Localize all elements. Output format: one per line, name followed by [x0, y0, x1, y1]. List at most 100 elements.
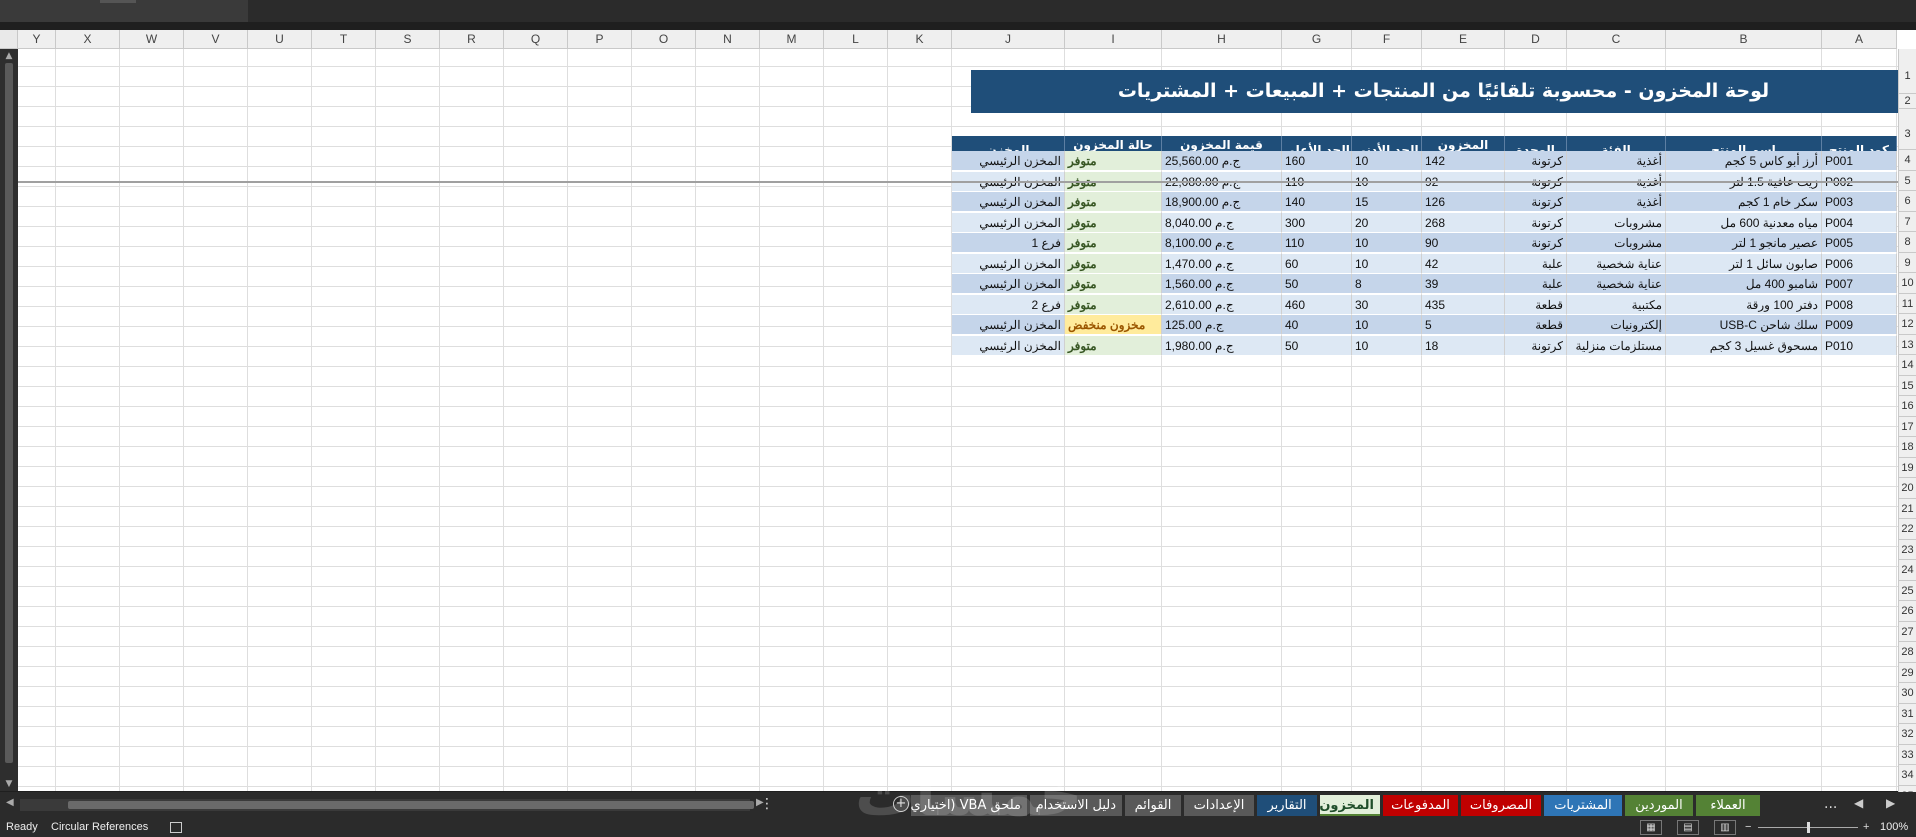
- cell-max[interactable]: 460: [1282, 294, 1352, 315]
- zoom-slider-thumb[interactable]: [1807, 822, 1810, 833]
- column-header-u[interactable]: U: [248, 30, 312, 49]
- column-header-k[interactable]: K: [888, 30, 952, 49]
- sheet-tab-8[interactable]: المشتريات: [1544, 795, 1622, 816]
- cell-value[interactable]: ج.م 8,100.00: [1162, 233, 1282, 253]
- cell-code[interactable]: P001: [1822, 151, 1897, 171]
- cell-category[interactable]: مشروبات: [1567, 233, 1666, 253]
- cell-max[interactable]: 50: [1282, 335, 1352, 356]
- cell-name[interactable]: مسحوق غسيل 3 كجم: [1666, 335, 1822, 356]
- row-header-7[interactable]: 7: [1898, 211, 1916, 232]
- page-break-preview-icon[interactable]: ▥: [1714, 820, 1736, 835]
- cell-category[interactable]: عناية شخصية: [1567, 274, 1666, 294]
- cell-code[interactable]: P007: [1822, 274, 1897, 294]
- banner-title[interactable]: لوحة المخزون - محسوبة تلقائيًا من المنتج…: [971, 70, 1898, 113]
- cell-warehouse[interactable]: المخزن الرئيسي: [952, 253, 1065, 274]
- cell-min[interactable]: 10: [1352, 233, 1422, 253]
- scroll-up-arrow[interactable]: ▲: [4, 51, 14, 61]
- column-header-p[interactable]: P: [568, 30, 632, 49]
- cell-value[interactable]: ج.م 2,610.00: [1162, 294, 1282, 315]
- tab-scroll-left-icon[interactable]: ◀: [1854, 796, 1863, 810]
- cell-category[interactable]: مكتبية: [1567, 294, 1666, 315]
- cell-max[interactable]: 110: [1282, 233, 1352, 253]
- column-header-d[interactable]: D: [1505, 30, 1567, 49]
- row-header-29[interactable]: 29: [1898, 662, 1916, 683]
- cell-max[interactable]: 60: [1282, 253, 1352, 274]
- row-header-14[interactable]: 14: [1898, 355, 1916, 376]
- cell-name[interactable]: أرز أبو كاس 5 كجم: [1666, 151, 1822, 171]
- cell-unit[interactable]: كرتونة: [1505, 335, 1567, 356]
- cell-warehouse[interactable]: المخزن الرئيسي: [952, 315, 1065, 335]
- cell-name[interactable]: سلك شاحن USB-C: [1666, 315, 1822, 335]
- cell-warehouse[interactable]: المخزن الرئيسي: [952, 192, 1065, 212]
- column-header-l[interactable]: L: [824, 30, 888, 49]
- row-header-21[interactable]: 21: [1898, 498, 1916, 519]
- column-header-t[interactable]: T: [312, 30, 376, 49]
- row-header-33[interactable]: 33: [1898, 744, 1916, 765]
- cell-unit[interactable]: كرتونة: [1505, 212, 1567, 233]
- sheet-tab-9[interactable]: الموردين: [1625, 795, 1693, 816]
- zoom-out-icon[interactable]: −: [1745, 818, 1751, 837]
- cell-status[interactable]: متوفر: [1065, 294, 1162, 315]
- cell-unit[interactable]: علبة: [1505, 253, 1567, 274]
- cell-stock[interactable]: 5: [1422, 315, 1505, 335]
- sheet-tab-6[interactable]: المدفوعات: [1383, 795, 1458, 816]
- zoom-level[interactable]: 100%: [1880, 818, 1908, 837]
- row-header-30[interactable]: 30: [1898, 683, 1916, 704]
- row-header-32[interactable]: 32: [1898, 724, 1916, 745]
- column-header-f[interactable]: F: [1352, 30, 1422, 49]
- row-header-1[interactable]: 1: [1898, 49, 1916, 94]
- cell-unit[interactable]: علبة: [1505, 274, 1567, 294]
- cell-unit[interactable]: كرتونة: [1505, 233, 1567, 253]
- cell-warehouse[interactable]: فرع 1: [952, 233, 1065, 253]
- cell-category[interactable]: إلكترونيات: [1567, 315, 1666, 335]
- row-header-8[interactable]: 8: [1898, 232, 1916, 253]
- tab-options-icon[interactable]: ⋮: [760, 796, 774, 812]
- cell-area[interactable]: لوحة المخزون - محسوبة تلقائيًا من المنتج…: [18, 49, 1898, 791]
- row-header-17[interactable]: 17: [1898, 416, 1916, 437]
- horizontal-scrollbar[interactable]: [20, 799, 754, 811]
- cell-code[interactable]: P003: [1822, 192, 1897, 212]
- column-header-a[interactable]: A: [1822, 30, 1897, 49]
- horizontal-scroll-thumb[interactable]: [68, 801, 754, 809]
- column-header-i[interactable]: I: [1065, 30, 1162, 49]
- window-tab[interactable]: [0, 0, 248, 22]
- sheet-tab-2[interactable]: القوائم: [1125, 795, 1181, 816]
- cell-unit[interactable]: كرتونة: [1505, 192, 1567, 212]
- row-header-11[interactable]: 11: [1898, 293, 1916, 314]
- cell-min[interactable]: 8: [1352, 274, 1422, 294]
- row-header-22[interactable]: 22: [1898, 519, 1916, 540]
- row-header-4[interactable]: 4: [1898, 150, 1916, 171]
- cell-code[interactable]: P010: [1822, 335, 1897, 356]
- vertical-scroll-thumb[interactable]: [5, 63, 13, 763]
- row-header-2[interactable]: 2: [1898, 94, 1916, 109]
- row-header-26[interactable]: 26: [1898, 601, 1916, 622]
- vertical-scrollbar[interactable]: ▲ ▼: [0, 49, 18, 791]
- cell-max[interactable]: 160: [1282, 151, 1352, 171]
- column-header-c[interactable]: C: [1567, 30, 1666, 49]
- row-header-15[interactable]: 15: [1898, 375, 1916, 396]
- cell-warehouse[interactable]: المخزن الرئيسي: [952, 274, 1065, 294]
- cell-value[interactable]: ج.م 1,470.00: [1162, 253, 1282, 274]
- cell-code[interactable]: P004: [1822, 212, 1897, 233]
- cell-max[interactable]: 140: [1282, 192, 1352, 212]
- cell-code[interactable]: P006: [1822, 253, 1897, 274]
- column-header-y[interactable]: Y: [18, 30, 56, 49]
- row-header-34[interactable]: 34: [1898, 765, 1916, 786]
- column-header-o[interactable]: O: [632, 30, 696, 49]
- cell-category[interactable]: مستلزمات منزلية: [1567, 335, 1666, 356]
- cell-name[interactable]: مياه معدنية 600 مل: [1666, 212, 1822, 233]
- cell-stock[interactable]: 126: [1422, 192, 1505, 212]
- cell-value[interactable]: ج.م 1,560.00: [1162, 274, 1282, 294]
- cell-name[interactable]: عصير مانجو 1 لتر: [1666, 233, 1822, 253]
- cell-category[interactable]: عناية شخصية: [1567, 253, 1666, 274]
- row-header-25[interactable]: 25: [1898, 580, 1916, 601]
- cell-max[interactable]: 300: [1282, 212, 1352, 233]
- scroll-down-arrow[interactable]: ▼: [4, 779, 14, 789]
- cell-status[interactable]: متوفر: [1065, 192, 1162, 212]
- cell-stock[interactable]: 142: [1422, 151, 1505, 171]
- cell-status[interactable]: مخزون منخفض: [1065, 315, 1162, 335]
- row-header-28[interactable]: 28: [1898, 642, 1916, 663]
- column-header-w[interactable]: W: [120, 30, 184, 49]
- cell-status[interactable]: متوفر: [1065, 253, 1162, 274]
- cell-stock[interactable]: 18: [1422, 335, 1505, 356]
